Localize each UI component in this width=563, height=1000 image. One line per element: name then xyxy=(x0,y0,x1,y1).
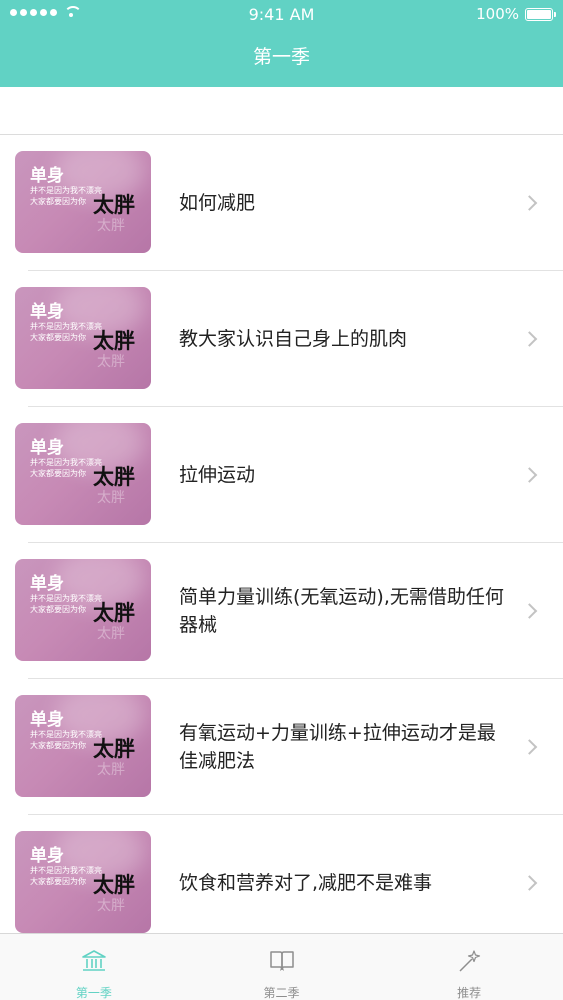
tab-recommend[interactable]: 推荐 xyxy=(375,934,563,1000)
chevron-right-icon xyxy=(521,331,538,347)
navigation-bar: 9:41 AM 100% 第一季 xyxy=(0,0,563,87)
list-item-title: 教大家认识自己身上的肌肉 xyxy=(179,328,408,350)
list-item[interactable]: 单身 并不是因为我不漂亮 大家都要因为你 太胖 太胖 饮食和营养对了,减肥不是难事 xyxy=(0,815,563,951)
thumbnail-text-title: 单身 xyxy=(30,574,64,594)
episode-thumbnail: 单身 并不是因为我不漂亮 大家都要因为你 太胖 太胖 xyxy=(15,695,151,797)
chevron-right-icon xyxy=(521,875,538,891)
thumbnail-text-title: 单身 xyxy=(30,438,64,458)
chevron-right-icon xyxy=(521,195,538,211)
page-title: 第一季 xyxy=(252,46,310,68)
list-item[interactable]: 单身 并不是因为我不漂亮 大家都要因为你 太胖 太胖 教大家认识自己身上的肌肉 xyxy=(0,271,563,407)
chevron-right-icon xyxy=(521,603,538,619)
list-item-title: 拉伸运动 xyxy=(179,464,256,486)
chevron-right-icon xyxy=(521,739,538,755)
list-item-title: 有氧运动+力量训练+拉伸运动才是最佳减肥法 xyxy=(179,722,496,772)
episode-list[interactable]: 单身 并不是因为我不漂亮 大家都要因为你 太胖 太胖 如何减肥 单身 并不是因为我… xyxy=(0,135,563,951)
list-item[interactable]: 单身 并不是因为我不漂亮 大家都要因为你 太胖 太胖 如何减肥 xyxy=(0,135,563,271)
tab-season-1[interactable]: 第一季 xyxy=(0,934,188,1000)
episode-thumbnail: 单身 并不是因为我不漂亮 大家都要因为你 太胖 太胖 xyxy=(15,831,151,933)
episode-thumbnail: 单身 并不是因为我不漂亮 大家都要因为你 太胖 太胖 xyxy=(15,423,151,525)
list-item-title: 如何减肥 xyxy=(179,192,256,214)
tab-bar: 第一季 第二季 推荐 xyxy=(0,933,563,1000)
list-item-title: 饮食和营养对了,减肥不是难事 xyxy=(179,872,433,894)
list-item[interactable]: 单身 并不是因为我不漂亮 大家都要因为你 太胖 太胖 简单力量训练(无氧运动),无… xyxy=(0,543,563,679)
tab-label: 第二季 xyxy=(263,986,300,1000)
thumbnail-text-shadow: 太胖 xyxy=(97,218,125,234)
open-book-icon xyxy=(269,951,294,971)
thumbnail-text-shadow: 太胖 xyxy=(97,898,125,914)
thumbnail-text-shadow: 太胖 xyxy=(97,626,125,642)
episode-thumbnail: 单身 并不是因为我不漂亮 大家都要因为你 太胖 太胖 xyxy=(15,287,151,389)
thumbnail-text-title: 单身 xyxy=(30,846,64,866)
tab-season-2[interactable]: 第二季 xyxy=(188,934,376,1000)
thumbnail-text-title: 单身 xyxy=(30,166,64,186)
list-header-spacer xyxy=(0,87,563,135)
list-item[interactable]: 单身 并不是因为我不漂亮 大家都要因为你 太胖 太胖 有氧运动+力量训练+拉伸运动… xyxy=(0,679,563,815)
episode-thumbnail: 单身 并不是因为我不漂亮 大家都要因为你 太胖 太胖 xyxy=(15,151,151,253)
magic-wand-icon xyxy=(459,950,481,972)
thumbnail-text-shadow: 太胖 xyxy=(97,490,125,506)
tab-label: 第一季 xyxy=(75,986,112,1000)
episode-thumbnail: 单身 并不是因为我不漂亮 大家都要因为你 太胖 太胖 xyxy=(15,559,151,661)
library-icon xyxy=(82,950,106,971)
chevron-right-icon xyxy=(521,467,538,483)
thumbnail-text-title: 单身 xyxy=(30,302,64,322)
battery-percent: 100% xyxy=(476,5,519,23)
thumbnail-text-title: 单身 xyxy=(30,710,64,730)
thumbnail-text-shadow: 太胖 xyxy=(97,354,125,370)
tab-label: 推荐 xyxy=(457,986,482,1000)
battery-icon xyxy=(525,7,556,21)
thumbnail-text-shadow: 太胖 xyxy=(97,762,125,778)
list-item[interactable]: 单身 并不是因为我不漂亮 大家都要因为你 太胖 太胖 拉伸运动 xyxy=(0,407,563,543)
status-bar: 9:41 AM 100% xyxy=(0,0,563,30)
list-item-title: 简单力量训练(无氧运动),无需借助任何器械 xyxy=(179,586,504,636)
battery-group: 100% xyxy=(476,5,556,23)
